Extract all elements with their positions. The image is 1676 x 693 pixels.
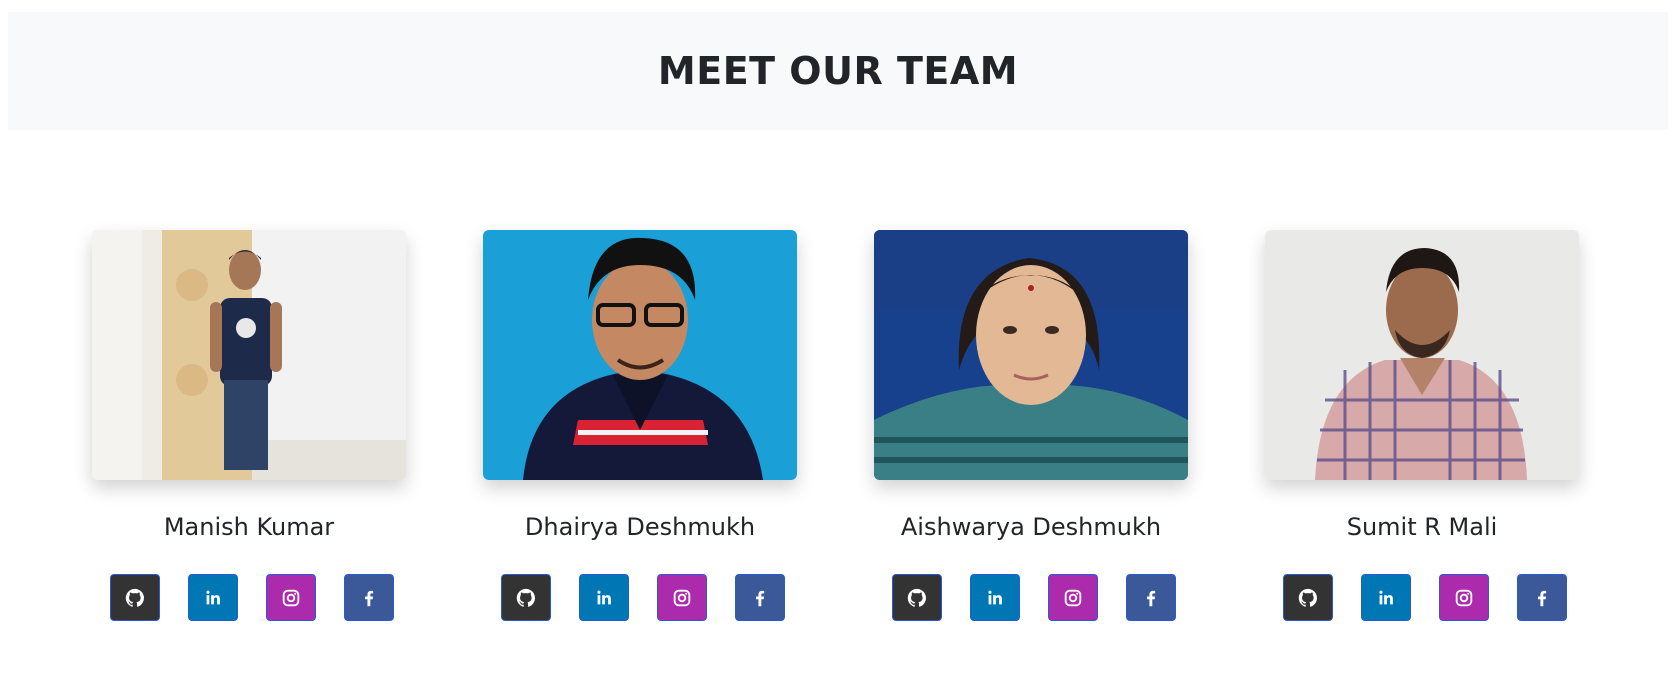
team-member-card: Aishwarya Deshmukh	[874, 230, 1188, 621]
member-photo	[483, 230, 797, 480]
github-button[interactable]	[892, 574, 942, 621]
member-photo	[1265, 230, 1579, 480]
member-name: Manish Kumar	[163, 513, 335, 541]
facebook-icon	[756, 590, 765, 606]
team-member-card: Dhairya Deshmukh	[483, 230, 797, 621]
github-icon	[516, 588, 535, 607]
linkedin-button[interactable]	[1361, 574, 1411, 621]
instagram-button[interactable]	[1048, 574, 1098, 621]
github-button[interactable]	[1283, 574, 1333, 621]
instagram-icon	[1455, 589, 1473, 606]
instagram-button[interactable]	[657, 574, 707, 621]
linkedin-icon	[206, 590, 220, 604]
facebook-icon	[365, 590, 374, 606]
member-name: Dhairya Deshmukh	[524, 513, 756, 541]
linkedin-icon	[597, 590, 611, 604]
instagram-icon	[673, 589, 691, 606]
member-photo	[874, 230, 1188, 480]
member-name: Sumit R Mali	[1346, 513, 1498, 541]
github-icon	[1298, 588, 1317, 607]
facebook-button[interactable]	[1126, 574, 1176, 621]
linkedin-button[interactable]	[579, 574, 629, 621]
instagram-button[interactable]	[1439, 574, 1489, 621]
linkedin-icon	[988, 590, 1002, 604]
linkedin-button[interactable]	[970, 574, 1020, 621]
facebook-button[interactable]	[344, 574, 394, 621]
social-links	[104, 574, 394, 621]
team-member-card: Sumit R Mali	[1265, 230, 1579, 621]
social-links	[886, 574, 1176, 621]
linkedin-icon	[1379, 590, 1393, 604]
facebook-button[interactable]	[1517, 574, 1567, 621]
github-icon	[125, 588, 144, 607]
instagram-icon	[282, 589, 300, 606]
member-photo	[92, 230, 406, 480]
facebook-button[interactable]	[735, 574, 785, 621]
github-button[interactable]	[110, 574, 160, 621]
linkedin-button[interactable]	[188, 574, 238, 621]
github-icon	[907, 588, 926, 607]
social-links	[1277, 574, 1567, 621]
social-links	[495, 574, 785, 621]
facebook-icon	[1538, 590, 1547, 606]
github-button[interactable]	[501, 574, 551, 621]
team-member-card: Manish Kumar	[92, 230, 406, 621]
member-name: Aishwarya Deshmukh	[900, 513, 1162, 541]
facebook-icon	[1147, 590, 1156, 606]
instagram-icon	[1064, 589, 1082, 606]
instagram-button[interactable]	[266, 574, 316, 621]
page-title: MEET OUR TEAM	[657, 49, 1019, 93]
team-header: MEET OUR TEAM	[8, 12, 1668, 130]
